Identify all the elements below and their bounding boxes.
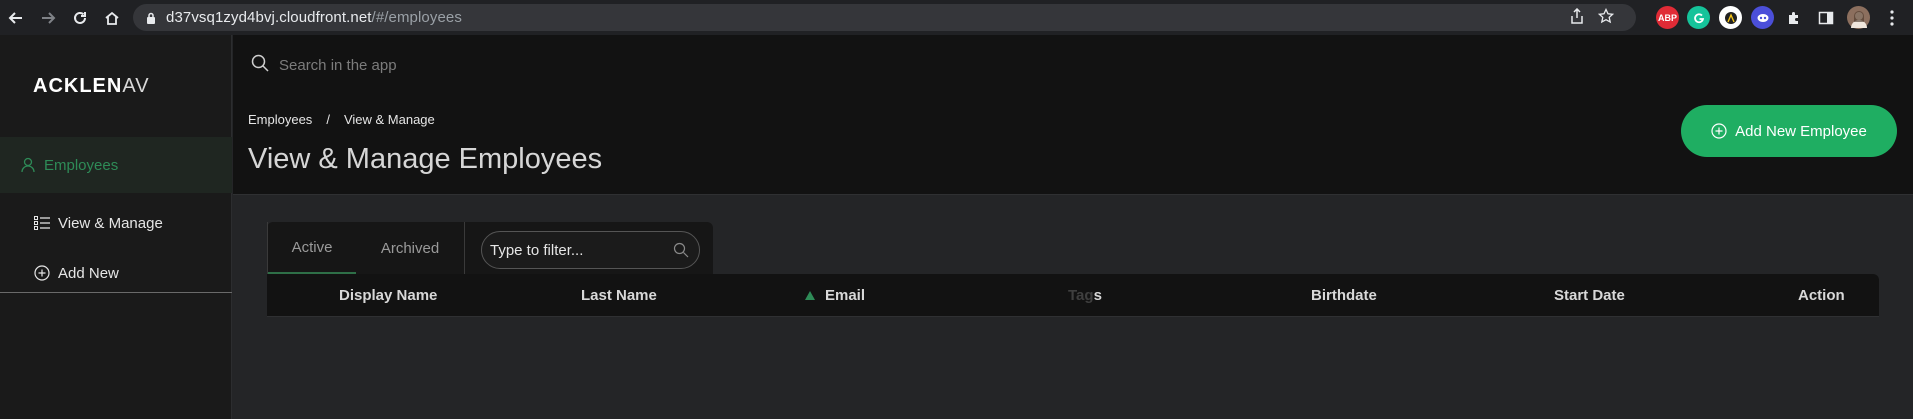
lock-icon[interactable] xyxy=(145,11,156,24)
sidebar-item-view-manage[interactable]: View & Manage xyxy=(0,203,232,243)
filter-input[interactable]: Type to filter... xyxy=(481,231,700,269)
sidebar-item-label: View & Manage xyxy=(58,214,163,232)
column-tags[interactable]: Tag s xyxy=(1068,274,1102,317)
breadcrumb-employees[interactable]: Employees xyxy=(248,112,312,127)
tabs-panel: Active Archived Type to filter... xyxy=(267,222,713,274)
app-root: ACKLENAV Employees View & Manage Add New xyxy=(0,35,1913,419)
column-email[interactable]: Email xyxy=(805,274,865,317)
list-icon xyxy=(34,215,50,231)
forward-icon[interactable] xyxy=(32,0,64,35)
column-display-name[interactable]: Display Name xyxy=(339,274,437,317)
page-title: View & Manage Employees xyxy=(248,143,603,175)
more-menu-icon[interactable] xyxy=(1880,6,1903,29)
sidebar-item-label: Add New xyxy=(58,264,119,282)
sidebar-item-add-new[interactable]: Add New xyxy=(0,253,232,293)
app-search[interactable]: Search in the app xyxy=(251,54,397,77)
column-start-date[interactable]: Start Date xyxy=(1554,274,1625,317)
url-text[interactable]: d37vsq1zyd4bvj.cloudfront.net/#/employee… xyxy=(166,9,462,26)
user-icon xyxy=(20,157,36,173)
column-birthdate[interactable]: Birthdate xyxy=(1311,274,1377,317)
address-bar[interactable]: d37vsq1zyd4bvj.cloudfront.net/#/employee… xyxy=(133,4,1636,31)
extension-profile-icon[interactable] xyxy=(1719,6,1742,29)
search-icon[interactable] xyxy=(251,54,269,77)
back-icon[interactable] xyxy=(0,0,32,35)
sidebar: ACKLENAV Employees View & Manage Add New xyxy=(0,35,232,419)
sort-ascending-icon[interactable] xyxy=(805,291,815,300)
column-last-name[interactable]: Last Name xyxy=(581,274,657,317)
column-action: Action xyxy=(1798,287,1845,304)
home-icon[interactable] xyxy=(96,0,128,35)
page-header: Search in the app Employees / View & Man… xyxy=(233,35,1913,195)
tab-active-label: Active xyxy=(291,238,333,256)
sidebar-item-label: Employees xyxy=(44,156,119,174)
adblock-icon[interactable]: ABP xyxy=(1656,6,1679,29)
tab-active[interactable]: Active xyxy=(268,222,356,274)
sidebar-divider xyxy=(0,292,232,293)
browser-toolbar: d37vsq1zyd4bvj.cloudfront.net/#/employee… xyxy=(0,0,1913,35)
table-header: Display Name Last Name Email Tag s Birthd… xyxy=(267,274,1879,317)
plus-circle-icon xyxy=(1711,123,1727,139)
plus-circle-icon xyxy=(34,265,50,281)
extension-bot-icon[interactable] xyxy=(1751,6,1774,29)
breadcrumb-view-manage[interactable]: View & Manage xyxy=(344,112,435,127)
extensions-puzzle-icon[interactable] xyxy=(1782,6,1805,29)
tab-archived-label: Archived xyxy=(380,239,440,257)
search-icon[interactable] xyxy=(673,242,689,258)
main-content: Active Archived Type to filter... Displa… xyxy=(233,196,1913,419)
search-input[interactable]: Search in the app xyxy=(279,57,397,74)
add-new-employee-button[interactable]: Add New Employee xyxy=(1681,105,1897,157)
reload-icon[interactable] xyxy=(64,0,96,35)
bookmark-star-icon[interactable] xyxy=(1597,7,1615,28)
tab-separator xyxy=(464,222,465,274)
side-panel-icon[interactable] xyxy=(1814,6,1837,29)
add-button-label: Add New Employee xyxy=(1735,122,1867,140)
logo[interactable]: ACKLENAV xyxy=(33,75,150,98)
sidebar-item-employees[interactable]: Employees xyxy=(0,137,232,193)
tab-archived[interactable]: Archived xyxy=(356,222,464,274)
filter-placeholder: Type to filter... xyxy=(490,241,584,259)
breadcrumb: Employees / View & Manage xyxy=(248,112,435,127)
breadcrumb-separator: / xyxy=(326,112,330,127)
grammarly-icon[interactable] xyxy=(1687,6,1710,29)
share-icon[interactable] xyxy=(1570,7,1584,28)
profile-avatar[interactable] xyxy=(1847,6,1870,29)
